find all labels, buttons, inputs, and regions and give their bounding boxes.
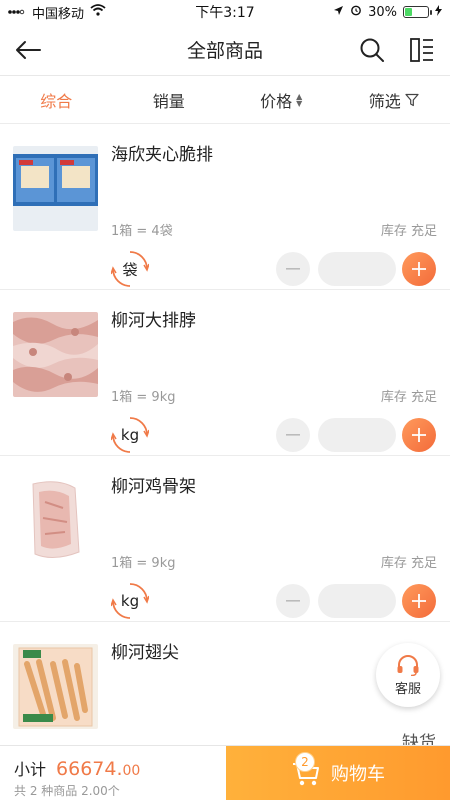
unit-selector[interactable]: 袋 — [111, 250, 149, 288]
stock-status: 库存 充足 — [380, 390, 437, 405]
product-spec: 1箱 = 9kg — [111, 390, 176, 405]
back-button[interactable] — [14, 36, 42, 64]
tab-filter[interactable]: 筛选 — [338, 88, 450, 112]
product-name: 柳河大排脖 — [111, 311, 196, 331]
battery-icon — [403, 6, 432, 18]
unit-selector[interactable]: kg — [111, 582, 149, 620]
unit-label: kg — [120, 426, 140, 444]
arrow-left-icon — [16, 40, 41, 59]
customer-service-button[interactable]: 客服 — [376, 643, 440, 707]
decrease-button[interactable] — [276, 418, 310, 452]
layout-toggle-button[interactable] — [408, 36, 436, 64]
subtotal-detail: 共 2 种商品 2.00个 — [14, 784, 120, 798]
decrease-button[interactable] — [276, 252, 310, 286]
status-bar: 中国移动 下午3:17 30% — [0, 0, 450, 24]
stock-status: 库存 充足 — [380, 556, 437, 571]
nav-bar: 全部商品 — [0, 24, 450, 76]
list-item[interactable]: 海欣夹心脆排 1箱 = 4袋 库存 充足 袋 — [0, 124, 450, 290]
product-list: 海欣夹心脆排 1箱 = 4袋 库存 充足 袋 柳河大排脖 1箱 = 9kg 库存… — [0, 124, 450, 746]
subtotal-label: 小计 — [14, 760, 47, 779]
product-image — [13, 146, 98, 231]
unit-label: kg — [120, 592, 140, 610]
plus-icon — [412, 594, 426, 608]
subtotal-decimal: 00 — [122, 763, 141, 779]
minus-icon — [286, 434, 300, 436]
wifi-icon — [90, 4, 106, 20]
subtotal-integer: 66674. — [56, 758, 123, 780]
customer-service-label: 客服 — [394, 681, 421, 697]
product-image — [13, 478, 98, 563]
quantity-input[interactable] — [318, 252, 396, 286]
product-name: 海欣夹心脆排 — [111, 145, 213, 165]
tab-price[interactable]: 价格 ▲ ▼ — [225, 88, 338, 112]
cart-button[interactable]: 2 购物车 — [226, 746, 450, 800]
headset-icon — [397, 654, 419, 676]
search-icon — [360, 38, 384, 62]
product-name: 柳河翅尖 — [111, 643, 179, 663]
tab-price-label: 价格 — [260, 91, 293, 111]
tab-sales-label: 销量 — [152, 91, 185, 111]
product-name: 柳河鸡骨架 — [111, 477, 196, 497]
minus-icon — [286, 600, 300, 602]
increase-button[interactable] — [402, 252, 436, 286]
tab-comprehensive[interactable]: 综合 — [0, 88, 113, 112]
product-spec: 1箱 = 9kg — [111, 556, 176, 571]
tab-comprehensive-label: 综合 — [40, 91, 73, 111]
increase-button[interactable] — [402, 584, 436, 618]
location-icon — [333, 5, 344, 20]
cart-icon: 2 — [291, 752, 321, 788]
charging-icon — [435, 4, 442, 20]
search-button[interactable] — [358, 36, 386, 64]
bottom-bar: 小计 66674.00 共 2 种商品 2.00个 2 购物车 — [0, 745, 450, 800]
plus-icon — [412, 428, 426, 442]
quantity-input[interactable] — [318, 584, 396, 618]
cart-count-badge: 2 — [295, 752, 315, 772]
cart-label: 购物车 — [331, 764, 385, 785]
unit-label: 袋 — [122, 260, 138, 279]
filter-bar: 综合 销量 价格 ▲ ▼ 筛选 — [0, 76, 450, 124]
product-image — [13, 644, 98, 729]
subtotal-section: 小计 66674.00 共 2 种商品 2.00个 — [0, 746, 226, 800]
carrier-label: 中国移动 — [32, 6, 85, 22]
product-spec: 1箱 = 4袋 — [111, 224, 173, 239]
subtotal-amount: 66674.00 — [56, 758, 140, 780]
product-image — [13, 312, 98, 397]
minus-icon — [286, 268, 300, 270]
increase-button[interactable] — [402, 418, 436, 452]
stock-status: 库存 充足 — [380, 224, 437, 239]
battery-percent: 30% — [368, 4, 397, 20]
tab-sales[interactable]: 销量 — [113, 88, 226, 112]
list-item[interactable]: 柳河鸡骨架 1箱 = 9kg 库存 充足 kg — [0, 456, 450, 622]
quantity-input[interactable] — [318, 418, 396, 452]
sort-arrows-icon: ▲ ▼ — [296, 91, 303, 108]
list-layout-icon — [410, 37, 433, 62]
plus-icon — [412, 262, 426, 276]
signal-icon — [8, 5, 26, 20]
funnel-icon — [405, 93, 419, 106]
tab-filter-label: 筛选 — [368, 91, 401, 111]
decrease-button[interactable] — [276, 584, 310, 618]
unit-selector[interactable]: kg — [111, 416, 149, 454]
list-item[interactable]: 柳河大排脖 1箱 = 9kg 库存 充足 kg — [0, 290, 450, 456]
alarm-icon — [350, 4, 362, 20]
